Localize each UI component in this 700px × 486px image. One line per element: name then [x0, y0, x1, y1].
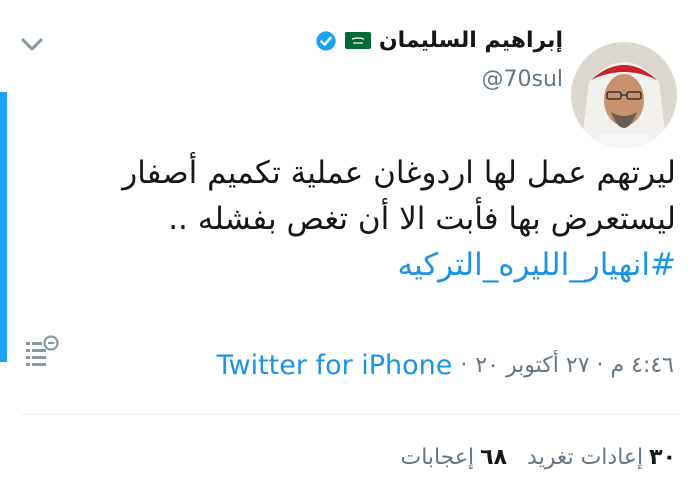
tweet-header: إبراهيم السليمان @70sul: [315, 28, 563, 92]
divider: [22, 414, 680, 415]
meta-separator: ·: [460, 353, 468, 378]
hashtag-link[interactable]: #انهيار_الليره_التركيه: [397, 247, 676, 283]
retweets-count: ٣٠: [649, 445, 676, 470]
saudi-flag-icon: [344, 32, 371, 49]
tweet-text-line-1: ليرتهم عمل لها اردوغان عملية تكميم أصفار: [122, 155, 676, 191]
avatar[interactable]: [571, 42, 677, 148]
tweet-meta: ٤:٤٦ م · ٢٧ أكتوبر ٢٠ · Twitter for iPho…: [216, 350, 674, 381]
retweets-stat[interactable]: ٣٠إعادات تغريد: [527, 445, 676, 470]
author-handle[interactable]: @70sul: [315, 67, 563, 92]
author-display-name[interactable]: إبراهيم السليمان: [379, 28, 563, 53]
verified-badge-icon: [316, 30, 336, 51]
author-name-row[interactable]: إبراهيم السليمان: [315, 28, 563, 53]
thread-indicator-bar: [0, 92, 7, 362]
likes-stat[interactable]: ٦٨إعجابات: [400, 445, 507, 470]
retweets-label: إعادات تغريد: [527, 445, 644, 470]
likes-count: ٦٨: [480, 445, 508, 470]
source-link[interactable]: Twitter for iPhone: [216, 350, 452, 381]
analytics-icon[interactable]: [20, 334, 64, 376]
chevron-down-icon[interactable]: [20, 36, 44, 54]
tweet-stats: ٣٠إعادات تغريد ٦٨إعجابات: [400, 445, 676, 470]
timestamp[interactable]: ٤:٤٦ م · ٢٧ أكتوبر ٢٠: [475, 353, 674, 378]
tweet-text-line-2: ليستعرض بها فأبت الا أن تغص بفشله ..: [168, 201, 676, 237]
likes-label: إعجابات: [400, 445, 475, 470]
tweet-text: ليرتهم عمل لها اردوغان عملية تكميم أصفار…: [30, 150, 676, 288]
